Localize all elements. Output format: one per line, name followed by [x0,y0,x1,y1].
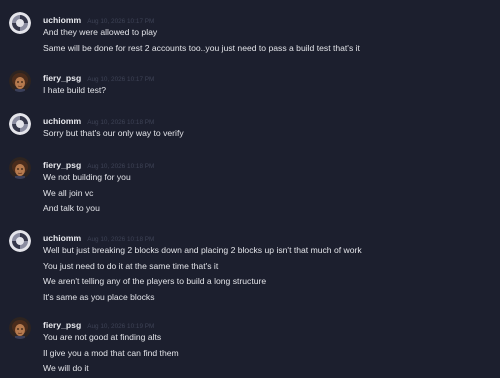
swirl-avatar-icon[interactable] [9,12,31,34]
message-text: It's same as you place blocks [43,291,155,302]
timestamp: Aug 10, 2026 10:19 PM [87,323,155,330]
message-text: We not building for you [43,172,131,182]
swirl-avatar-icon[interactable] [9,113,31,135]
message-header: uchiomm Aug 10, 2026 10:18 PM [43,113,154,126]
message-lines: And they were allowed to play Same will … [43,25,360,56]
chat-log: uchiomm Aug 10, 2026 10:17 PM And they we… [0,0,500,378]
timestamp: Aug 10, 2026 10:18 PM [87,236,155,243]
username[interactable]: uchiomm [43,233,81,243]
timestamp: Aug 10, 2026 10:18 PM [87,163,155,170]
message-text: You just need to do it at the same time … [43,260,219,271]
message-text: We all join vc [43,187,94,198]
portrait-avatar-icon[interactable] [9,157,31,179]
message-lines: You are not good at finding alts Il give… [43,330,179,377]
message-lines: We not building for you We all join vc A… [43,170,131,217]
message-text: I hate build test? [43,85,107,95]
message-text: Il give you a mod that can find them [43,347,179,358]
timestamp: Aug 10, 2026 10:17 PM [87,76,155,83]
message-lines: I hate build test? [43,83,106,99]
message-header: fiery_psg Aug 10, 2026 10:17 PM [43,70,154,83]
message-lines: Sorry but that's our only way to verify [43,126,184,142]
message-header: uchiomm Aug 10, 2026 10:17 PM [43,12,154,25]
message-lines: Well but just breaking 2 blocks down and… [43,243,362,305]
message-text: You are not good at finding alts [43,332,162,342]
username[interactable]: uchiomm [43,116,81,126]
message-text: We aren't telling any of the players to … [43,276,267,286]
message-text: Sorry but that's our only way to verify [43,128,184,138]
username[interactable]: fiery_psg [43,320,81,330]
timestamp: Aug 10, 2026 10:18 PM [87,119,155,126]
message-header: fiery_psg Aug 10, 2026 10:19 PM [43,317,154,330]
message-text: Well but just breaking 2 blocks down and… [43,245,362,255]
username[interactable]: fiery_psg [43,73,81,83]
message-text: We will do it [43,363,89,373]
portrait-avatar-icon[interactable] [9,70,31,92]
username[interactable]: fiery_psg [43,160,81,170]
message-text: And they were allowed to play [43,27,158,37]
swirl-avatar-icon[interactable] [9,230,31,252]
timestamp: Aug 10, 2026 10:17 PM [87,18,155,25]
message-text: And talk to you [43,203,100,213]
portrait-avatar-icon[interactable] [9,317,31,339]
message-header: uchiomm Aug 10, 2026 10:18 PM [43,230,154,243]
username[interactable]: uchiomm [43,15,81,25]
message-text: Same will be done for rest 2 accounts to… [43,42,360,53]
message-header: fiery_psg Aug 10, 2026 10:18 PM [43,157,154,170]
